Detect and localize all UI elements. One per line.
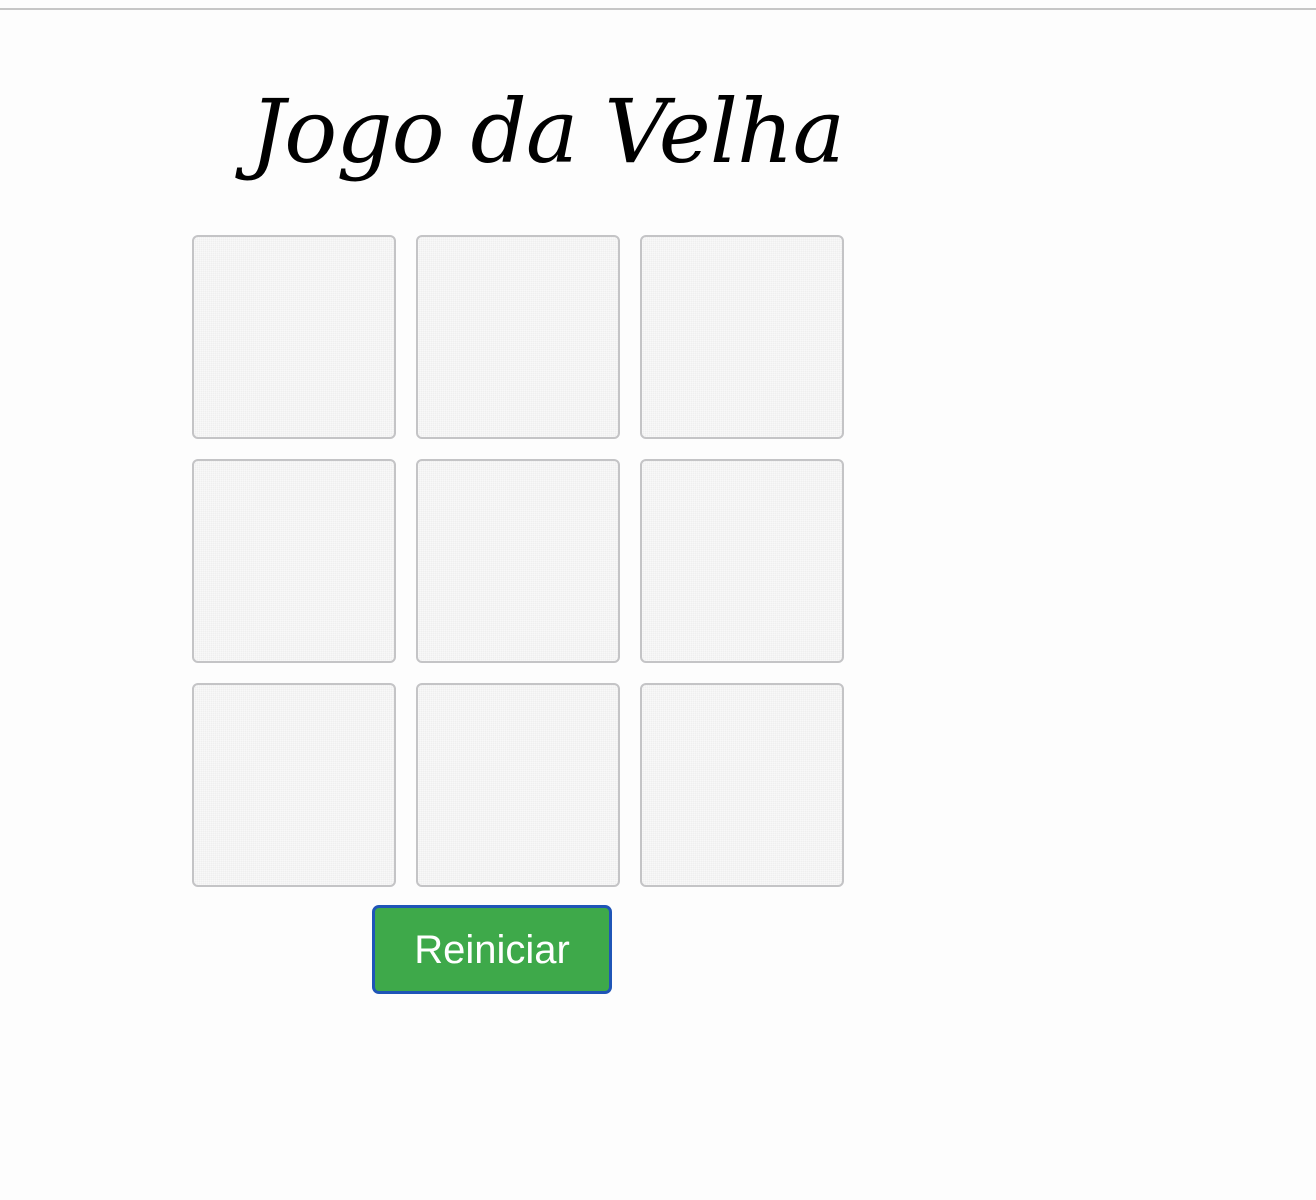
board-cell-3[interactable] bbox=[640, 235, 844, 439]
game-board bbox=[192, 235, 844, 887]
top-divider bbox=[0, 8, 1316, 10]
board-cell-4[interactable] bbox=[192, 459, 396, 663]
board-cell-1[interactable] bbox=[192, 235, 396, 439]
board-cell-6[interactable] bbox=[640, 459, 844, 663]
board-cell-8[interactable] bbox=[416, 683, 620, 887]
board-cell-5[interactable] bbox=[416, 459, 620, 663]
board-cell-2[interactable] bbox=[416, 235, 620, 439]
board-cell-9[interactable] bbox=[640, 683, 844, 887]
restart-button[interactable]: Reiniciar bbox=[372, 905, 612, 994]
board-cell-7[interactable] bbox=[192, 683, 396, 887]
page-title: Jogo da Velha bbox=[250, 80, 845, 183]
